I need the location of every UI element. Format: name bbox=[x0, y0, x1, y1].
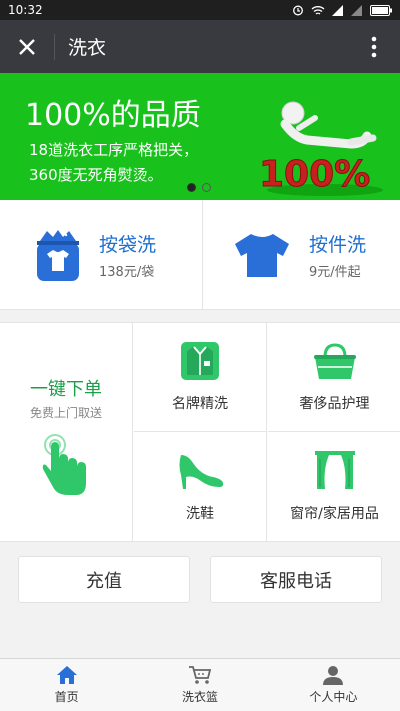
home-icon bbox=[56, 666, 77, 684]
quick-order-button[interactable]: 一键下单 免费上门取送 bbox=[0, 323, 133, 541]
status-icons bbox=[292, 4, 392, 16]
tap-hand-icon bbox=[42, 434, 86, 495]
battery-icon bbox=[370, 4, 392, 16]
signal-icon bbox=[332, 4, 343, 16]
wash-by-bag-title: 按袋洗 bbox=[99, 233, 157, 256]
title-divider bbox=[54, 33, 55, 60]
service-grid: 一键下单 免费上门取送 名牌精洗 奢侈品护理 洗鞋 窗帘/家居用品 bbox=[0, 322, 400, 542]
signal-icon-2 bbox=[351, 4, 362, 16]
shirt-icon bbox=[181, 342, 219, 380]
status-bar: 10:32 bbox=[0, 0, 400, 20]
service-designer-wash[interactable]: 名牌精洗 bbox=[134, 323, 267, 432]
carousel-dot[interactable] bbox=[202, 183, 211, 192]
quick-order-title: 一键下单 bbox=[30, 379, 102, 400]
page-title: 洗衣 bbox=[68, 37, 107, 59]
carousel-dots bbox=[187, 183, 211, 192]
customer-service-button[interactable]: 客服电话 bbox=[210, 556, 382, 603]
close-icon bbox=[19, 38, 35, 55]
wash-options: 按袋洗 138元/袋 按件洗 9元/件起 bbox=[0, 200, 400, 310]
t-shirt-icon bbox=[235, 233, 289, 277]
wifi-icon bbox=[311, 5, 325, 15]
wash-by-bag-price: 138元/袋 bbox=[99, 264, 155, 280]
banner-line-2: 360度无死角熨烫。 bbox=[29, 166, 163, 184]
laundry-bag-icon bbox=[37, 229, 79, 281]
nav-profile[interactable]: 个人中心 bbox=[267, 659, 400, 711]
banner-title: 100%的品质 bbox=[25, 98, 201, 133]
bottom-nav: 首页 洗衣篮 个人中心 bbox=[0, 658, 400, 711]
high-heel-icon bbox=[179, 455, 224, 489]
more-vertical-icon bbox=[371, 36, 377, 57]
service-label: 洗鞋 bbox=[186, 506, 214, 522]
wash-by-piece-price: 9元/件起 bbox=[309, 264, 361, 280]
service-curtains-home[interactable]: 窗帘/家居用品 bbox=[268, 432, 400, 541]
title-bar: 洗衣 bbox=[0, 20, 400, 73]
more-button[interactable] bbox=[348, 20, 400, 73]
user-icon bbox=[323, 666, 344, 685]
nav-label: 洗衣篮 bbox=[181, 690, 218, 704]
service-shoe-wash[interactable]: 洗鞋 bbox=[134, 432, 267, 541]
banner-badge-text: 100% bbox=[259, 154, 370, 195]
service-luxury-care[interactable]: 奢侈品护理 bbox=[268, 323, 400, 432]
service-label: 奢侈品护理 bbox=[299, 396, 370, 412]
close-button[interactable] bbox=[0, 20, 54, 73]
nav-home[interactable]: 首页 bbox=[0, 659, 133, 711]
nav-label: 个人中心 bbox=[309, 690, 358, 704]
carousel-dot-active[interactable] bbox=[187, 183, 196, 192]
quick-order-subtitle: 免费上门取送 bbox=[29, 406, 102, 420]
banner-100-percent-figure: 100% bbox=[259, 101, 383, 196]
wash-by-bag-card[interactable]: 按袋洗 138元/袋 bbox=[0, 200, 202, 309]
nav-laundry-basket[interactable]: 洗衣篮 bbox=[133, 659, 266, 711]
service-label: 窗帘/家居用品 bbox=[290, 506, 379, 522]
wash-by-piece-card[interactable]: 按件洗 9元/件起 bbox=[202, 200, 400, 309]
alarm-icon bbox=[293, 5, 303, 16]
wash-by-piece-title: 按件洗 bbox=[309, 233, 367, 256]
service-label: 名牌精洗 bbox=[172, 396, 228, 412]
recharge-button[interactable]: 充值 bbox=[18, 556, 190, 603]
cart-icon bbox=[188, 666, 212, 684]
handbag-icon bbox=[313, 343, 356, 379]
status-time: 10:32 bbox=[8, 3, 43, 17]
action-buttons: 充值 客服电话 bbox=[18, 556, 382, 603]
banner-line-1: 18道洗衣工序严格把关， bbox=[29, 141, 199, 159]
curtain-icon bbox=[314, 451, 355, 489]
promo-banner[interactable]: 100%的品质 18道洗衣工序严格把关， 360度无死角熨烫。 100% bbox=[0, 73, 400, 200]
nav-label: 首页 bbox=[54, 690, 79, 704]
